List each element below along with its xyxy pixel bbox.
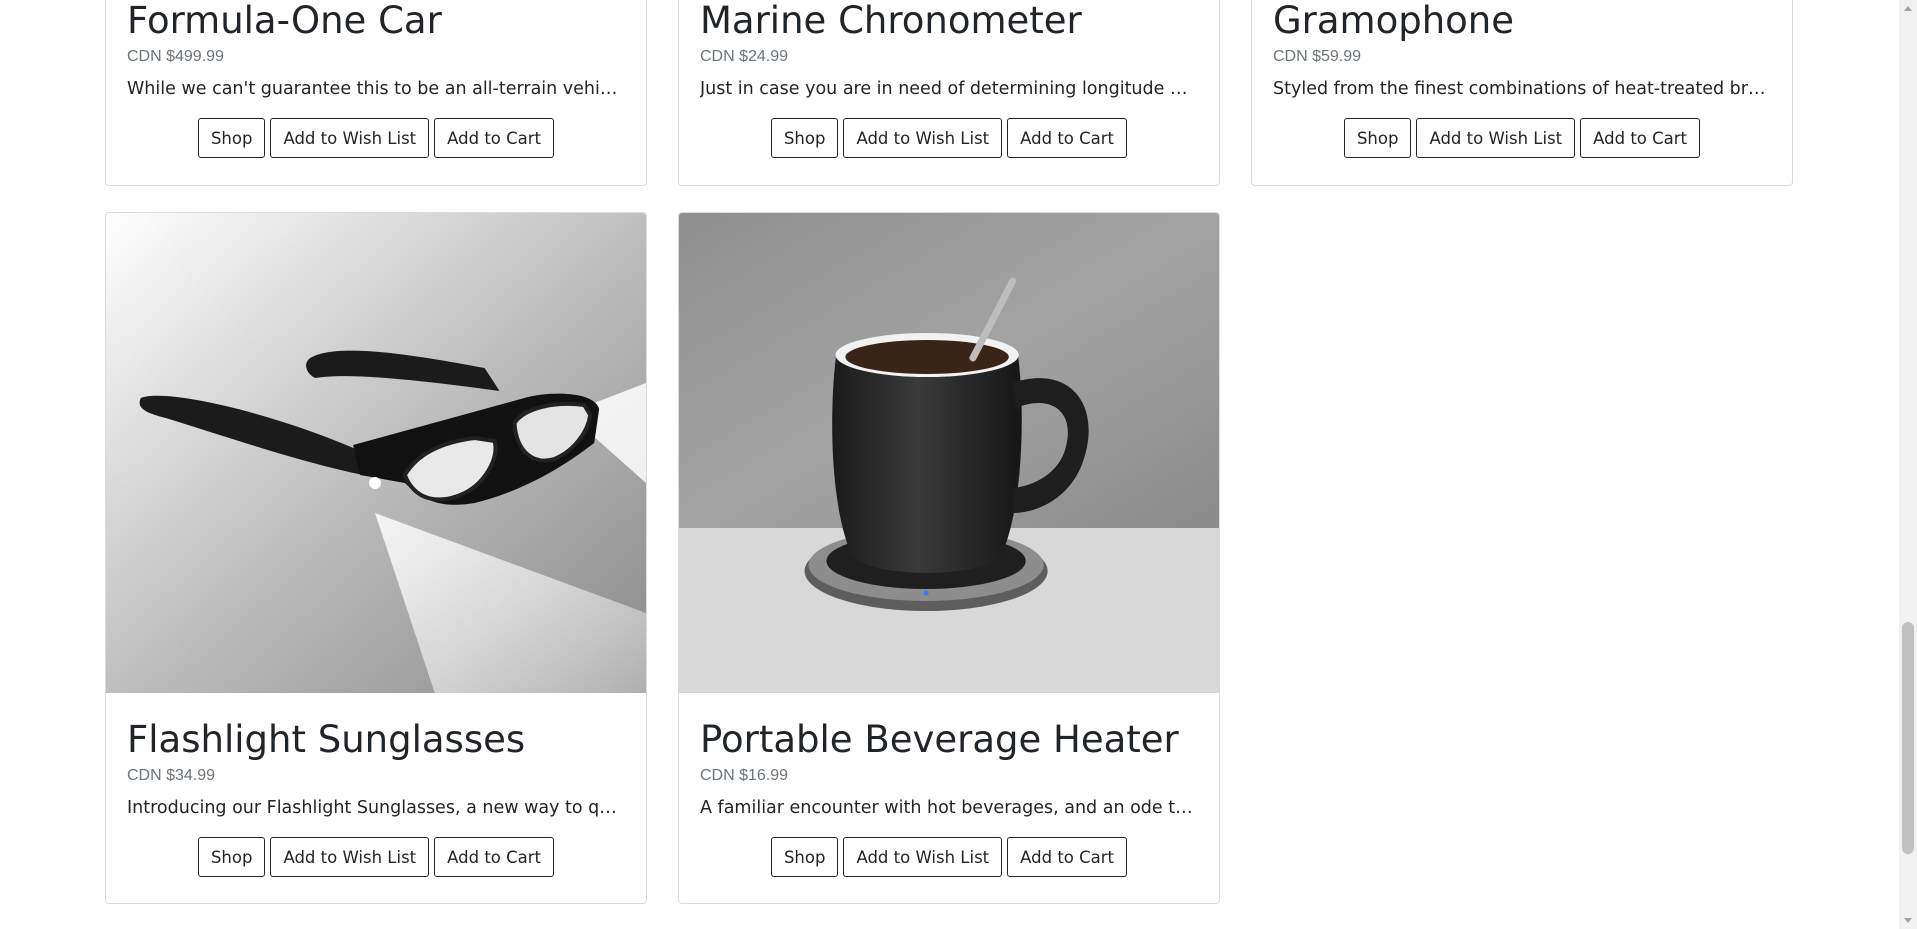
product-price: CDN $34.99 bbox=[127, 767, 216, 784]
scroll-up-arrow-icon[interactable] bbox=[1904, 6, 1912, 11]
add-to-wish-list-button[interactable]: Add to Wish List bbox=[270, 837, 430, 877]
product-price: CDN $24.99 bbox=[700, 48, 789, 65]
product-actions: Shop Add to Wish List Add to Cart bbox=[127, 118, 625, 158]
product-price: CDN $499.99 bbox=[127, 48, 224, 65]
add-to-wish-list-button[interactable]: Add to Wish List bbox=[843, 118, 1003, 158]
add-to-cart-button[interactable]: Add to Cart bbox=[434, 118, 555, 158]
shop-button[interactable]: Shop bbox=[770, 118, 839, 158]
add-to-cart-button[interactable]: Add to Cart bbox=[1007, 118, 1128, 158]
shop-button[interactable]: Shop bbox=[770, 837, 839, 877]
product-description: Just in case you are in need of determin… bbox=[700, 79, 1198, 99]
shop-button[interactable]: Shop bbox=[1343, 118, 1412, 158]
add-to-wish-list-button[interactable]: Add to Wish List bbox=[1416, 118, 1576, 158]
product-description: A familiar encounter with hot beverages,… bbox=[700, 798, 1198, 818]
add-to-wish-list-button[interactable]: Add to Wish List bbox=[843, 837, 1003, 877]
add-to-cart-button[interactable]: Add to Cart bbox=[1007, 837, 1128, 877]
product-actions: Shop Add to Wish List Add to Cart bbox=[700, 118, 1198, 158]
add-to-wish-list-button[interactable]: Add to Wish List bbox=[270, 118, 430, 158]
product-actions: Shop Add to Wish List Add to Cart bbox=[1273, 118, 1771, 158]
product-card-gramophone: Gramophone CDN $59.99 Styled from the fi… bbox=[1251, 0, 1793, 186]
product-title: Portable Beverage Heater bbox=[700, 718, 1179, 761]
product-actions: Shop Add to Wish List Add to Cart bbox=[700, 837, 1198, 877]
product-card-portable-beverage-heater: Portable Beverage Heater CDN $16.99 A fa… bbox=[678, 212, 1220, 904]
add-to-cart-button[interactable]: Add to Cart bbox=[1580, 118, 1701, 158]
product-description: While we can't guarantee this to be an a… bbox=[127, 79, 625, 99]
shop-button[interactable]: Shop bbox=[197, 837, 266, 877]
product-image-portable-beverage-heater[interactable] bbox=[679, 213, 1219, 693]
product-price: CDN $59.99 bbox=[1273, 48, 1362, 65]
product-title: Flashlight Sunglasses bbox=[127, 718, 526, 761]
product-price: CDN $16.99 bbox=[700, 767, 789, 784]
product-actions: Shop Add to Wish List Add to Cart bbox=[127, 837, 625, 877]
add-to-cart-button[interactable]: Add to Cart bbox=[434, 837, 555, 877]
product-card-marine-chronometer: Marine Chronometer CDN $24.99 Just in ca… bbox=[678, 0, 1220, 186]
product-card-flashlight-sunglasses: Flashlight Sunglasses CDN $34.99 Introdu… bbox=[105, 212, 647, 904]
scroll-down-arrow-icon[interactable] bbox=[1904, 918, 1912, 923]
product-description: Styled from the finest combinations of h… bbox=[1273, 79, 1771, 99]
product-title: Formula-One Car bbox=[127, 0, 442, 42]
shop-button[interactable]: Shop bbox=[197, 118, 266, 158]
product-description: Introducing our Flashlight Sunglasses, a… bbox=[127, 798, 625, 818]
scrollbar-thumb[interactable] bbox=[1902, 622, 1914, 854]
product-card-formula-one-car: Formula-One Car CDN $499.99 While we can… bbox=[105, 0, 647, 186]
product-image-flashlight-sunglasses[interactable] bbox=[106, 213, 646, 693]
vertical-scrollbar[interactable] bbox=[1899, 0, 1917, 929]
product-title: Marine Chronometer bbox=[700, 0, 1082, 42]
product-title: Gramophone bbox=[1273, 0, 1515, 42]
